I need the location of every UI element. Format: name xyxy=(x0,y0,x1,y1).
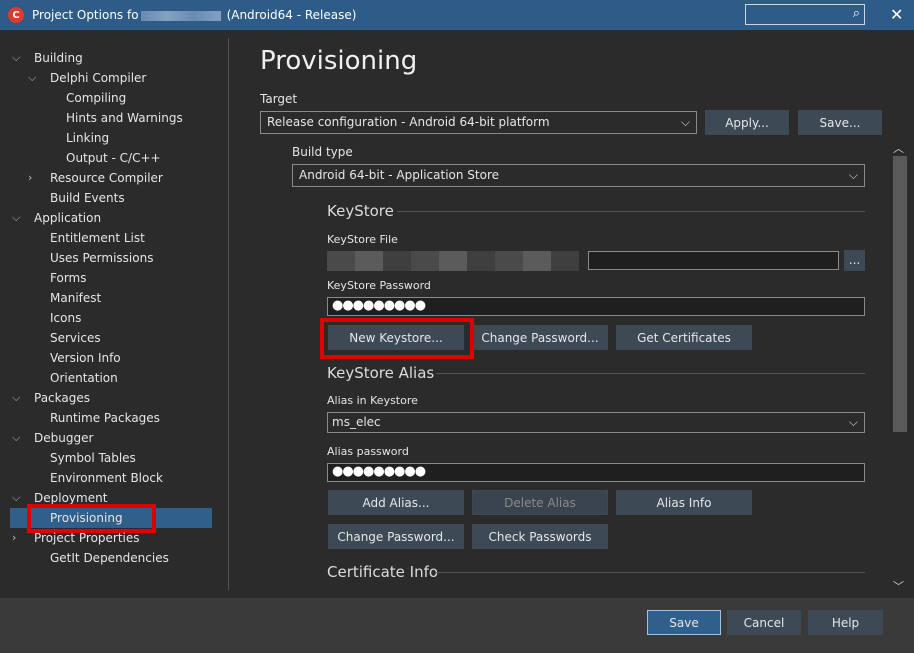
section-divider xyxy=(436,373,865,374)
keystore-file-input[interactable] xyxy=(588,251,839,270)
build-type-label: Build type xyxy=(292,145,353,159)
target-value: Release configuration - Android 64-bit p… xyxy=(267,115,550,129)
tree-item-application[interactable]: Application xyxy=(34,208,101,228)
tree-item-uses-permissions[interactable]: Uses Permissions xyxy=(50,248,153,268)
scrollbar-thumb[interactable] xyxy=(893,156,907,432)
chevron-down-icon[interactable]: ⌵ xyxy=(28,72,42,84)
tree-item-linking[interactable]: Linking xyxy=(66,128,109,148)
add-alias-button[interactable]: Add Alias... xyxy=(328,490,464,515)
cancel-button[interactable]: Cancel xyxy=(727,610,801,635)
dialog-footer: Save Cancel Help xyxy=(0,598,914,653)
check-passwords-button[interactable]: Check Passwords xyxy=(472,524,608,549)
tree-item-delphi-compiler[interactable]: Delphi Compiler xyxy=(50,68,146,88)
build-type-value: Android 64-bit - Application Store xyxy=(299,168,500,182)
tree-item-hints-and-warnings[interactable]: Hints and Warnings xyxy=(66,108,183,128)
redacted-project-name xyxy=(140,10,221,21)
keystore-password-input[interactable]: ●●●●●●●●● xyxy=(327,297,865,316)
tree-item-project-properties[interactable]: Project Properties xyxy=(34,528,140,548)
keystore-password-label: KeyStore Password xyxy=(327,279,431,292)
window-title-suffix: (Android64 - Release) xyxy=(226,8,357,22)
title-bar: C Project Options fo (Android64 - Release… xyxy=(0,0,914,30)
alias-password-input[interactable]: ●●●●●●●●● xyxy=(327,463,865,482)
tree-divider xyxy=(228,38,229,590)
tree-item-services[interactable]: Services xyxy=(50,328,101,348)
section-divider xyxy=(397,211,865,212)
keystore-section-title: KeyStore xyxy=(327,202,394,220)
options-search-box[interactable]: ⌕ xyxy=(745,4,865,25)
tree-item-runtime-packages[interactable]: Runtime Packages xyxy=(50,408,160,428)
chevron-down-icon[interactable]: ⌵ xyxy=(12,432,26,444)
redacted-keystore-path xyxy=(327,251,579,271)
certificate-section-title: Certificate Info xyxy=(327,563,439,581)
chevron-down-icon: ⌵ xyxy=(848,415,858,429)
tree-item-forms[interactable]: Forms xyxy=(50,268,86,288)
tree-item-building[interactable]: Building xyxy=(34,48,83,68)
tree-item-orientation[interactable]: Orientation xyxy=(50,368,118,388)
chevron-down-icon[interactable]: ⌵ xyxy=(12,52,26,64)
target-label: Target xyxy=(260,92,298,106)
close-icon[interactable]: ✕ xyxy=(890,5,903,24)
browse-keystore-button[interactable]: ... xyxy=(844,250,865,271)
window-title-prefix: Project Options fo xyxy=(32,8,139,22)
chevron-down-icon: ⌵ xyxy=(680,115,690,129)
alias-label: Alias in Keystore xyxy=(327,394,418,407)
tree-item-output-c-c[interactable]: Output - C/C++ xyxy=(66,148,161,168)
tree-item-environment-block[interactable]: Environment Block xyxy=(50,468,163,488)
alias-change-password-button[interactable]: Change Password... xyxy=(328,524,464,549)
scroll-down-icon[interactable]: ﹀ xyxy=(893,578,904,594)
window-title: Project Options fo (Android64 - Release) xyxy=(32,8,356,22)
alias-value: ms_elec xyxy=(332,415,381,429)
delphi-app-icon: C xyxy=(8,7,24,23)
help-button[interactable]: Help xyxy=(808,610,883,635)
tree-item-icons[interactable]: Icons xyxy=(50,308,81,328)
tree-item-entitlement-list[interactable]: Entitlement List xyxy=(50,228,145,248)
tree-item-debugger[interactable]: Debugger xyxy=(34,428,93,448)
chevron-down-icon[interactable]: ⌵ xyxy=(12,212,26,224)
get-certificates-button[interactable]: Get Certificates xyxy=(616,325,752,350)
chevron-right-icon[interactable]: › xyxy=(12,532,26,544)
section-divider xyxy=(436,572,865,573)
tree-item-getit-dependencies[interactable]: GetIt Dependencies xyxy=(50,548,169,568)
tree-item-packages[interactable]: Packages xyxy=(34,388,90,408)
apply-button[interactable]: Apply... xyxy=(705,110,789,135)
chevron-down-icon: ⌵ xyxy=(848,168,858,182)
tree-item-resource-compiler[interactable]: Resource Compiler xyxy=(50,168,163,188)
tree-item-compiling[interactable]: Compiling xyxy=(66,88,126,108)
tree-item-build-events[interactable]: Build Events xyxy=(50,188,125,208)
tree-item-manifest[interactable]: Manifest xyxy=(50,288,101,308)
options-tree: ⌵ Building ⌵ Delphi Compiler Compiling Hints … xyxy=(0,30,228,598)
page-title: Provisioning xyxy=(260,46,418,76)
scroll-up-icon[interactable]: ︿ xyxy=(893,140,904,156)
search-icon[interactable]: ⌕ xyxy=(853,6,860,21)
alias-password-label: Alias password xyxy=(327,445,409,458)
tree-item-version-info[interactable]: Version Info xyxy=(50,348,121,368)
keystore-file-label: KeyStore File xyxy=(327,233,398,246)
alias-section-title: KeyStore Alias xyxy=(327,364,435,382)
save-target-button[interactable]: Save... xyxy=(798,110,882,135)
change-keystore-password-button[interactable]: Change Password... xyxy=(472,325,608,350)
alias-info-button[interactable]: Alias Info xyxy=(616,490,752,515)
tree-item-symbol-tables[interactable]: Symbol Tables xyxy=(50,448,136,468)
delete-alias-button[interactable]: Delete Alias xyxy=(472,490,608,515)
target-combo[interactable]: Release configuration - Android 64-bit p… xyxy=(260,111,697,134)
chevron-down-icon[interactable]: ⌵ xyxy=(12,392,26,404)
chevron-down-icon[interactable]: ⌵ xyxy=(12,492,26,504)
build-type-combo[interactable]: Android 64-bit - Application Store ⌵ xyxy=(292,164,865,187)
alias-combo[interactable]: ms_elec ⌵ xyxy=(327,412,865,433)
chevron-right-icon[interactable]: › xyxy=(28,172,42,184)
save-button[interactable]: Save xyxy=(647,610,721,635)
red-highlight-box xyxy=(320,318,474,359)
